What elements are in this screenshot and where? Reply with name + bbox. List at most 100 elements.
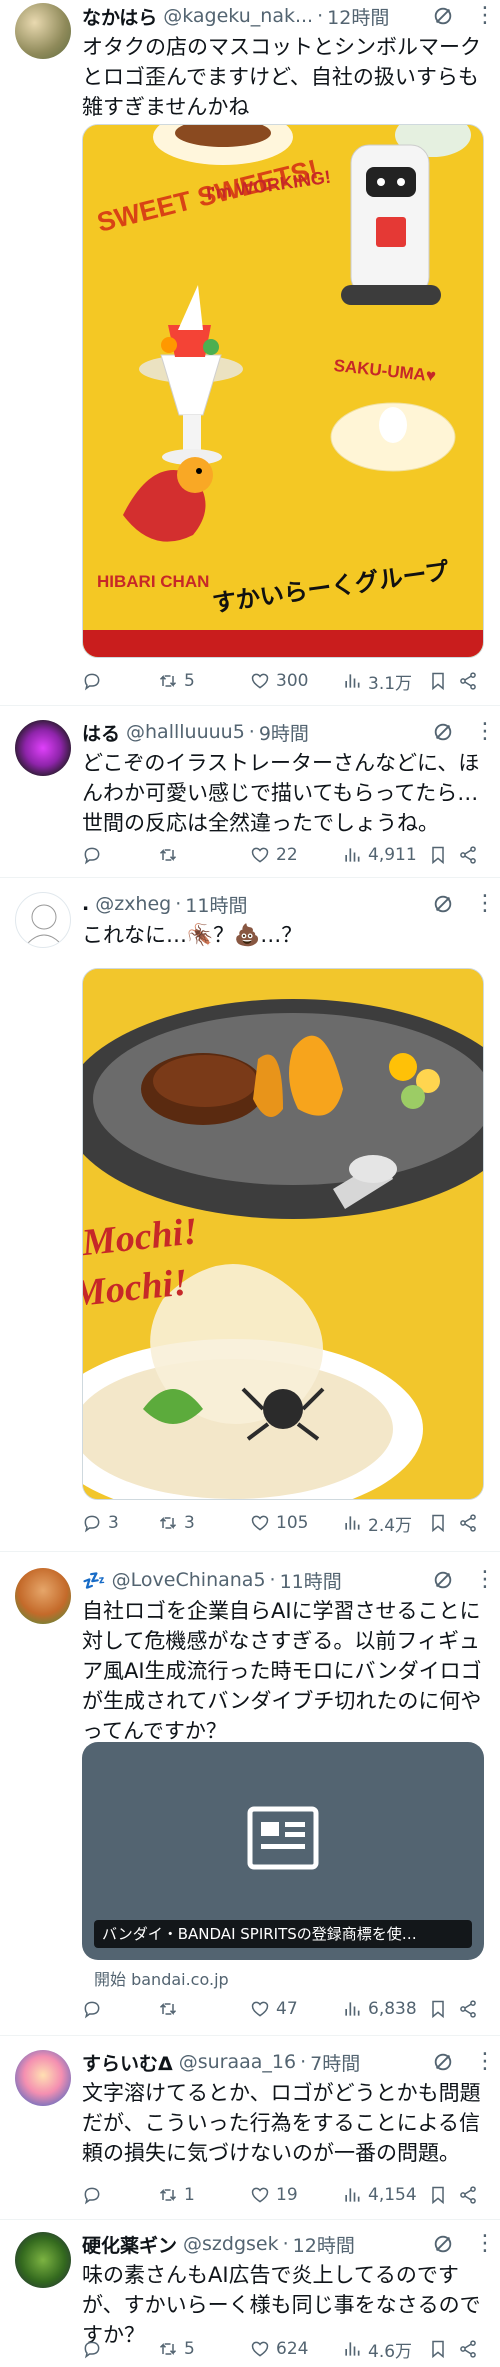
- retweet-button[interactable]: [158, 845, 250, 865]
- author-handle[interactable]: @kageku_nak...: [163, 5, 313, 27]
- post-time[interactable]: 12時間: [327, 3, 389, 30]
- author-name[interactable]: すらいむΔ: [82, 2049, 173, 2076]
- like-button[interactable]: 300: [250, 671, 342, 691]
- share-button[interactable]: [458, 1999, 484, 2019]
- grok-icon[interactable]: [432, 721, 454, 743]
- share-button[interactable]: [458, 2339, 484, 2359]
- post[interactable]: はる @hallluuuu5 · 9時間 ⋮ どこぞのイラストレーターさんなどに…: [0, 706, 500, 878]
- post[interactable]: 💤 @LoveChinana5 · 11時間 ⋮ 自社ロゴを企業自らAIに学習さ…: [0, 1552, 500, 2036]
- reply-button[interactable]: [82, 845, 158, 865]
- post-text: オタクの店のマスコットとシンボルマークとロゴ歪んでますけど、自社の扱いすらも雑す…: [82, 35, 481, 119]
- author-handle[interactable]: @LoveChinana5: [112, 1569, 266, 1591]
- author-name[interactable]: なかはら: [82, 3, 157, 30]
- author-name[interactable]: 💤: [82, 1569, 106, 1592]
- views-button[interactable]: 4.6万: [342, 2337, 428, 2362]
- grok-icon[interactable]: [432, 5, 454, 27]
- author-name[interactable]: 硬化薬ギン: [82, 2231, 177, 2258]
- retweet-button[interactable]: 1: [158, 2185, 250, 2205]
- share-icon: [460, 2186, 476, 2204]
- bookmark-button[interactable]: [428, 845, 458, 865]
- bookmark-button[interactable]: [428, 1999, 458, 2019]
- more-icon[interactable]: ⋮: [474, 2051, 496, 2073]
- retweet-icon: [159, 849, 177, 861]
- grok-icon[interactable]: [432, 2051, 454, 2073]
- grok-icon[interactable]: [432, 2233, 454, 2255]
- retweet-button[interactable]: 3: [158, 1513, 250, 1533]
- retweet-button[interactable]: 5: [158, 671, 250, 691]
- reply-icon: [84, 673, 100, 691]
- bookmark-button[interactable]: [428, 2185, 458, 2205]
- author-name[interactable]: はる: [82, 719, 120, 746]
- grok-icon[interactable]: [432, 893, 454, 915]
- author-handle[interactable]: @suraaa_16: [179, 2051, 296, 2073]
- like-button[interactable]: 47: [250, 1999, 342, 2019]
- reply-button[interactable]: 3: [82, 1513, 158, 1533]
- post-image[interactable]: Mochi! Mochi!: [82, 968, 484, 1500]
- grok-icon[interactable]: [432, 1569, 454, 1591]
- share-button[interactable]: [458, 1513, 484, 1533]
- avatar[interactable]: [15, 1568, 71, 1624]
- more-icon[interactable]: ⋮: [474, 721, 496, 743]
- more-icon[interactable]: ⋮: [474, 1569, 496, 1591]
- reply-icon: [84, 2001, 100, 2019]
- avatar[interactable]: [15, 3, 71, 59]
- post-text: これなに…🪳？💩…？: [82, 923, 303, 947]
- views-button[interactable]: 6,838: [342, 1999, 428, 2019]
- post-time[interactable]: 12時間: [293, 2231, 355, 2258]
- share-icon: [460, 672, 476, 690]
- bookmark-icon: [432, 672, 444, 691]
- views-button[interactable]: 4,911: [342, 845, 428, 865]
- author-name[interactable]: .: [82, 893, 89, 915]
- views-button[interactable]: 4,154: [342, 2185, 428, 2205]
- reply-button[interactable]: [82, 671, 158, 691]
- retweet-button[interactable]: [158, 1999, 250, 2019]
- post[interactable]: なかはら @kageku_nak... · 12時間 ⋮ オタクの店のマスコット…: [0, 0, 500, 706]
- views-icon: [345, 674, 360, 688]
- views-button[interactable]: 2.4万: [342, 1511, 428, 1536]
- post-time[interactable]: 11時間: [185, 891, 247, 918]
- bookmark-button[interactable]: [428, 2339, 458, 2359]
- more-icon[interactable]: ⋮: [474, 5, 496, 27]
- like-button[interactable]: 22: [250, 845, 342, 865]
- post-time[interactable]: 9時間: [259, 719, 309, 746]
- share-icon: [460, 2000, 476, 2018]
- like-button[interactable]: 19: [250, 2185, 342, 2205]
- post-time[interactable]: 11時間: [280, 1567, 342, 1594]
- link-card[interactable]: バンダイ・BANDAI SPIRITSの登録商標を使…: [82, 1742, 484, 1960]
- author-handle[interactable]: @hallluuuu5: [126, 721, 245, 743]
- author-handle[interactable]: @zxheg: [95, 893, 171, 915]
- author-handle[interactable]: @szdgsek: [183, 2233, 279, 2255]
- link-source[interactable]: 開始 bandai.co.jp: [94, 1966, 229, 1990]
- bookmark-button[interactable]: [428, 671, 458, 691]
- bookmark-button[interactable]: [428, 1513, 458, 1533]
- more-icon[interactable]: ⋮: [474, 2233, 496, 2255]
- reply-icon: [84, 2187, 100, 2205]
- views-button[interactable]: 3.1万: [342, 669, 428, 694]
- post-text: 自社ロゴを企業自らAIに学習させることに対して危機感がなさすぎる。以前フィギュア…: [82, 1599, 482, 1743]
- avatar[interactable]: [15, 2232, 71, 2288]
- reply-button[interactable]: [82, 2185, 158, 2205]
- post-image[interactable]: SWEET SWEETS! I'm WORKING! SAKU-UMA♥ HIB…: [82, 124, 484, 658]
- avatar[interactable]: [15, 720, 71, 776]
- like-button[interactable]: 105: [250, 1513, 342, 1533]
- bookmark-icon: [432, 846, 444, 865]
- avatar[interactable]: [15, 892, 71, 948]
- reply-icon: [84, 2341, 100, 2359]
- retweet-button[interactable]: 5: [158, 2339, 250, 2359]
- reply-button[interactable]: [82, 2339, 158, 2359]
- like-button[interactable]: 624: [250, 2339, 342, 2359]
- reply-button[interactable]: [82, 1999, 158, 2019]
- post[interactable]: . @zxheg · 11時間 ⋮ これなに…🪳？💩…？ Mochi! Moch…: [0, 878, 500, 1552]
- food-figure-image: Mochi! Mochi!: [83, 969, 483, 1499]
- sweets-figure-image: SWEET SWEETS! I'm WORKING! SAKU-UMA♥ HIB…: [83, 125, 483, 657]
- share-button[interactable]: [458, 671, 484, 691]
- post[interactable]: 硬化薬ギン @szdgsek · 12時間 ⋮ 味の素さんもAI広告で炎上してる…: [0, 2220, 500, 2367]
- share-button[interactable]: [458, 2185, 484, 2205]
- more-icon[interactable]: ⋮: [474, 893, 496, 915]
- post-time[interactable]: 7時間: [310, 2049, 360, 2076]
- avatar[interactable]: [15, 2050, 71, 2106]
- like-icon: [251, 2341, 269, 2357]
- views-icon: [345, 848, 360, 862]
- post[interactable]: すらいむΔ @suraaa_16 · 7時間 ⋮ 文字溶けてるとか、ロゴがどうと…: [0, 2036, 500, 2220]
- share-button[interactable]: [458, 845, 484, 865]
